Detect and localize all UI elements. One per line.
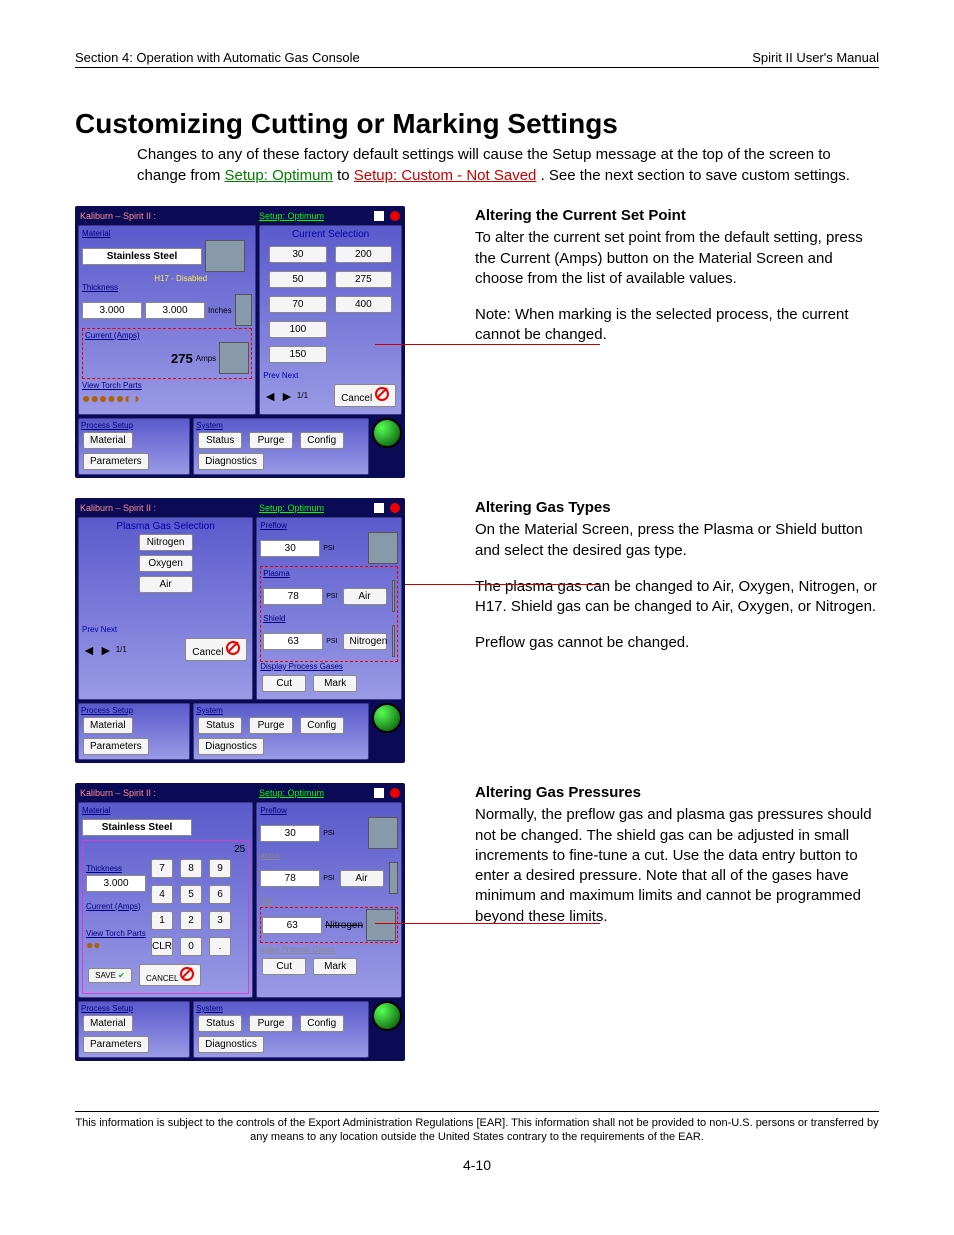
cancel-button[interactable]: Cancel xyxy=(185,638,247,661)
cancel-icon xyxy=(375,387,389,401)
amp-option-button[interactable]: 400 xyxy=(335,296,392,313)
body-text: The plasma gas can be changed to Air, Ox… xyxy=(475,577,879,618)
keypad-button[interactable]: 7 xyxy=(151,859,173,878)
section-heading-current: Altering the Current Set Point xyxy=(475,206,879,226)
screenshot-gas-selection: Kaliburn – Spirit II : Setup: Optimum Pl… xyxy=(75,498,405,763)
keypad-button[interactable]: 2 xyxy=(180,911,202,930)
config-tab[interactable]: Config xyxy=(300,432,344,449)
current-image xyxy=(219,342,249,374)
section-heading-gas-pressures: Altering Gas Pressures xyxy=(475,783,879,803)
thickness-image xyxy=(235,294,253,326)
parameters-tab[interactable]: Parameters xyxy=(83,453,149,470)
amp-option-button[interactable]: 200 xyxy=(335,246,392,263)
screenshot-current-selection: Kaliburn – Spirit II : Setup: Optimum Ma… xyxy=(75,206,405,478)
gas-image xyxy=(368,532,398,564)
body-text: To alter the current set point from the … xyxy=(475,228,879,289)
amp-option-button[interactable]: 50 xyxy=(269,271,326,288)
save-button[interactable]: SAVE ✔ xyxy=(88,968,132,983)
mark-button[interactable]: Mark xyxy=(313,675,357,692)
gas-option-button[interactable]: Nitrogen xyxy=(139,534,193,551)
plasma-gas-button[interactable]: Air xyxy=(343,588,387,605)
keypad-button[interactable]: 6 xyxy=(209,885,231,904)
keypad-clear-button[interactable]: CLR xyxy=(151,937,173,956)
page-title: Customizing Cutting or Marking Settings xyxy=(75,108,879,140)
material-tab[interactable]: Material xyxy=(83,432,133,449)
export-notice: This information is subject to the contr… xyxy=(75,1111,879,1145)
body-text: Note: When marking is the selected proce… xyxy=(475,305,879,346)
purge-tab[interactable]: Purge xyxy=(249,432,293,449)
shield-gas-button[interactable]: Nitrogen xyxy=(343,633,387,650)
amp-option-button[interactable]: 100 xyxy=(269,321,326,338)
prev-icon[interactable]: ◄ xyxy=(263,388,277,404)
status-lamp-icon xyxy=(372,418,402,448)
keypad-button[interactable]: 5 xyxy=(180,885,202,904)
cancel-button[interactable]: Cancel xyxy=(334,384,396,407)
amp-option-button[interactable]: 30 xyxy=(269,246,326,263)
keypad-button[interactable]: 3 xyxy=(209,911,231,930)
material-image xyxy=(205,240,245,272)
status-tab[interactable]: Status xyxy=(198,432,242,449)
cut-button[interactable]: Cut xyxy=(262,675,306,692)
keypad-button[interactable]: 8 xyxy=(180,859,202,878)
amp-option-button[interactable]: 275 xyxy=(335,271,392,288)
amp-option-button[interactable]: 150 xyxy=(269,346,326,363)
section-heading-gas-types: Altering Gas Types xyxy=(475,498,879,518)
link-setup-custom: Setup: Custom - Not Saved xyxy=(354,167,537,184)
body-text: Normally, the preflow gas and plasma gas… xyxy=(475,805,879,927)
status-icon xyxy=(374,211,384,221)
amp-option-button[interactable]: 70 xyxy=(269,296,326,313)
gas-option-button[interactable]: Air xyxy=(139,576,193,593)
keypad-button[interactable]: 9 xyxy=(209,859,231,878)
gas-option-button[interactable]: Oxygen xyxy=(139,555,193,572)
page-number: 4-10 xyxy=(75,1157,879,1173)
body-text: On the Material Screen, press the Plasma… xyxy=(475,520,879,561)
keypad-button[interactable]: 1 xyxy=(151,911,173,930)
diagnostics-tab[interactable]: Diagnostics xyxy=(198,453,264,470)
link-setup-optimum: Setup: Optimum xyxy=(225,167,333,184)
header-right: Spirit II User's Manual xyxy=(752,50,879,65)
header-left: Section 4: Operation with Automatic Gas … xyxy=(75,50,360,65)
intro-paragraph: Changes to any of these factory default … xyxy=(137,144,879,186)
next-icon[interactable]: ► xyxy=(280,388,294,404)
keypad-button[interactable]: 0 xyxy=(180,937,202,956)
cancel-button[interactable]: CANCEL xyxy=(139,964,201,986)
body-text: Preflow gas cannot be changed. xyxy=(475,633,879,653)
alert-icon xyxy=(390,211,400,221)
screenshot-gas-pressure: Kaliburn – Spirit II : Setup: Optimum Ma… xyxy=(75,783,405,1061)
keypad-button[interactable]: 4 xyxy=(151,885,173,904)
keypad-button[interactable]: . xyxy=(209,937,231,956)
